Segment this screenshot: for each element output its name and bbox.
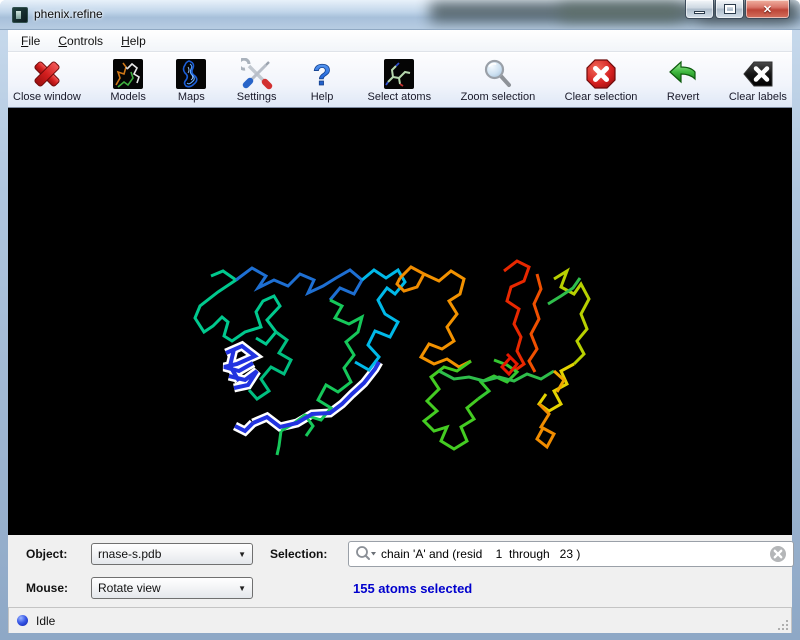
mouse-dropdown-value: Rotate view xyxy=(98,581,161,595)
toolbar-label: Maps xyxy=(178,91,205,103)
toolbar-label: Settings xyxy=(237,91,277,103)
app-icon xyxy=(12,7,28,23)
window-title: phenix.refine xyxy=(34,7,103,21)
settings-icon xyxy=(241,58,273,90)
clear-search-icon[interactable] xyxy=(769,545,787,563)
chevron-down-icon: ▼ xyxy=(238,550,246,559)
close-icon: ✕ xyxy=(763,3,772,16)
toolbar-button-zoom-selection[interactable]: Zoom selection xyxy=(461,53,536,107)
selection-label: Selection: xyxy=(270,547,327,561)
status-bar: Idle xyxy=(8,607,792,633)
toolbar-button-clear-selection[interactable]: Clear selection xyxy=(565,53,638,107)
toolbar-label: Close window xyxy=(13,91,81,103)
title-bar[interactable]: phenix.refine ✕ xyxy=(0,0,800,30)
models-icon xyxy=(112,58,144,90)
toolbar-label: Models xyxy=(110,91,145,103)
clear-labels-icon xyxy=(742,58,774,90)
close-button[interactable]: ✕ xyxy=(745,0,790,19)
toolbar-label: Zoom selection xyxy=(461,91,536,103)
chevron-down-icon: ▼ xyxy=(238,584,246,593)
help-icon: ? xyxy=(306,58,338,90)
zoom-selection-icon xyxy=(482,58,514,90)
select-atoms-icon xyxy=(383,58,415,90)
toolbar-button-maps[interactable]: Maps xyxy=(175,53,207,107)
toolbar-label: Clear labels xyxy=(729,91,787,103)
toolbar-button-models[interactable]: Models xyxy=(110,53,145,107)
svg-text:?: ? xyxy=(313,59,331,90)
toolbar-button-clear-labels[interactable]: Clear labels xyxy=(729,53,787,107)
titlebar-glass-blur xyxy=(560,4,680,20)
molecule-svg xyxy=(8,108,792,535)
toolbar-button-select-atoms[interactable]: Select atoms xyxy=(368,53,432,107)
minimize-button[interactable] xyxy=(685,0,714,19)
mouse-dropdown[interactable]: Rotate view ▼ xyxy=(91,577,253,599)
search-icon xyxy=(355,545,377,563)
close-window-icon xyxy=(31,58,63,90)
toolbar-label: Help xyxy=(311,91,334,103)
object-dropdown[interactable]: rnase-s.pdb ▼ xyxy=(91,543,253,565)
maximize-icon xyxy=(725,5,735,13)
window-controls: ✕ xyxy=(684,0,790,19)
object-dropdown-value: rnase-s.pdb xyxy=(98,547,161,561)
menu-help[interactable]: Help xyxy=(112,32,155,50)
toolbar-label: Clear selection xyxy=(565,91,638,103)
menu-controls[interactable]: Controls xyxy=(49,32,112,50)
revert-icon xyxy=(667,58,699,90)
menu-file[interactable]: File xyxy=(12,32,49,50)
status-indicator-icon xyxy=(17,615,28,626)
minimize-icon xyxy=(694,11,705,14)
maximize-button[interactable] xyxy=(715,0,744,19)
menu-bar: File Controls Help xyxy=(8,30,792,52)
clear-selection-icon xyxy=(585,58,617,90)
resize-grip[interactable] xyxy=(777,619,789,631)
toolbar-button-settings[interactable]: Settings xyxy=(237,53,277,107)
molecule-viewport[interactable] xyxy=(8,108,792,535)
toolbar-label: Select atoms xyxy=(368,91,432,103)
phenix-refine-window: phenix.refine ✕ File Controls Help Close… xyxy=(0,0,800,640)
toolbar-button-close-window[interactable]: Close window xyxy=(13,53,81,107)
atoms-selected-status: 155 atoms selected xyxy=(353,581,472,596)
toolbar-button-revert[interactable]: Revert xyxy=(667,53,699,107)
mouse-label: Mouse: xyxy=(26,581,68,595)
toolbar-button-help[interactable]: ? Help xyxy=(306,53,338,107)
object-label: Object: xyxy=(26,547,67,561)
selection-search-field[interactable]: chain 'A' and (resid 1 through 23 ) xyxy=(348,541,794,567)
control-panel: Object: rnase-s.pdb ▼ Selection: chain '… xyxy=(8,535,792,607)
toolbar-label: Revert xyxy=(667,91,699,103)
maps-icon xyxy=(175,58,207,90)
selection-input-value: chain 'A' and (resid 1 through 23 ) xyxy=(381,547,769,561)
status-text: Idle xyxy=(36,614,55,628)
toolbar: Close window Models Maps xyxy=(8,52,792,108)
